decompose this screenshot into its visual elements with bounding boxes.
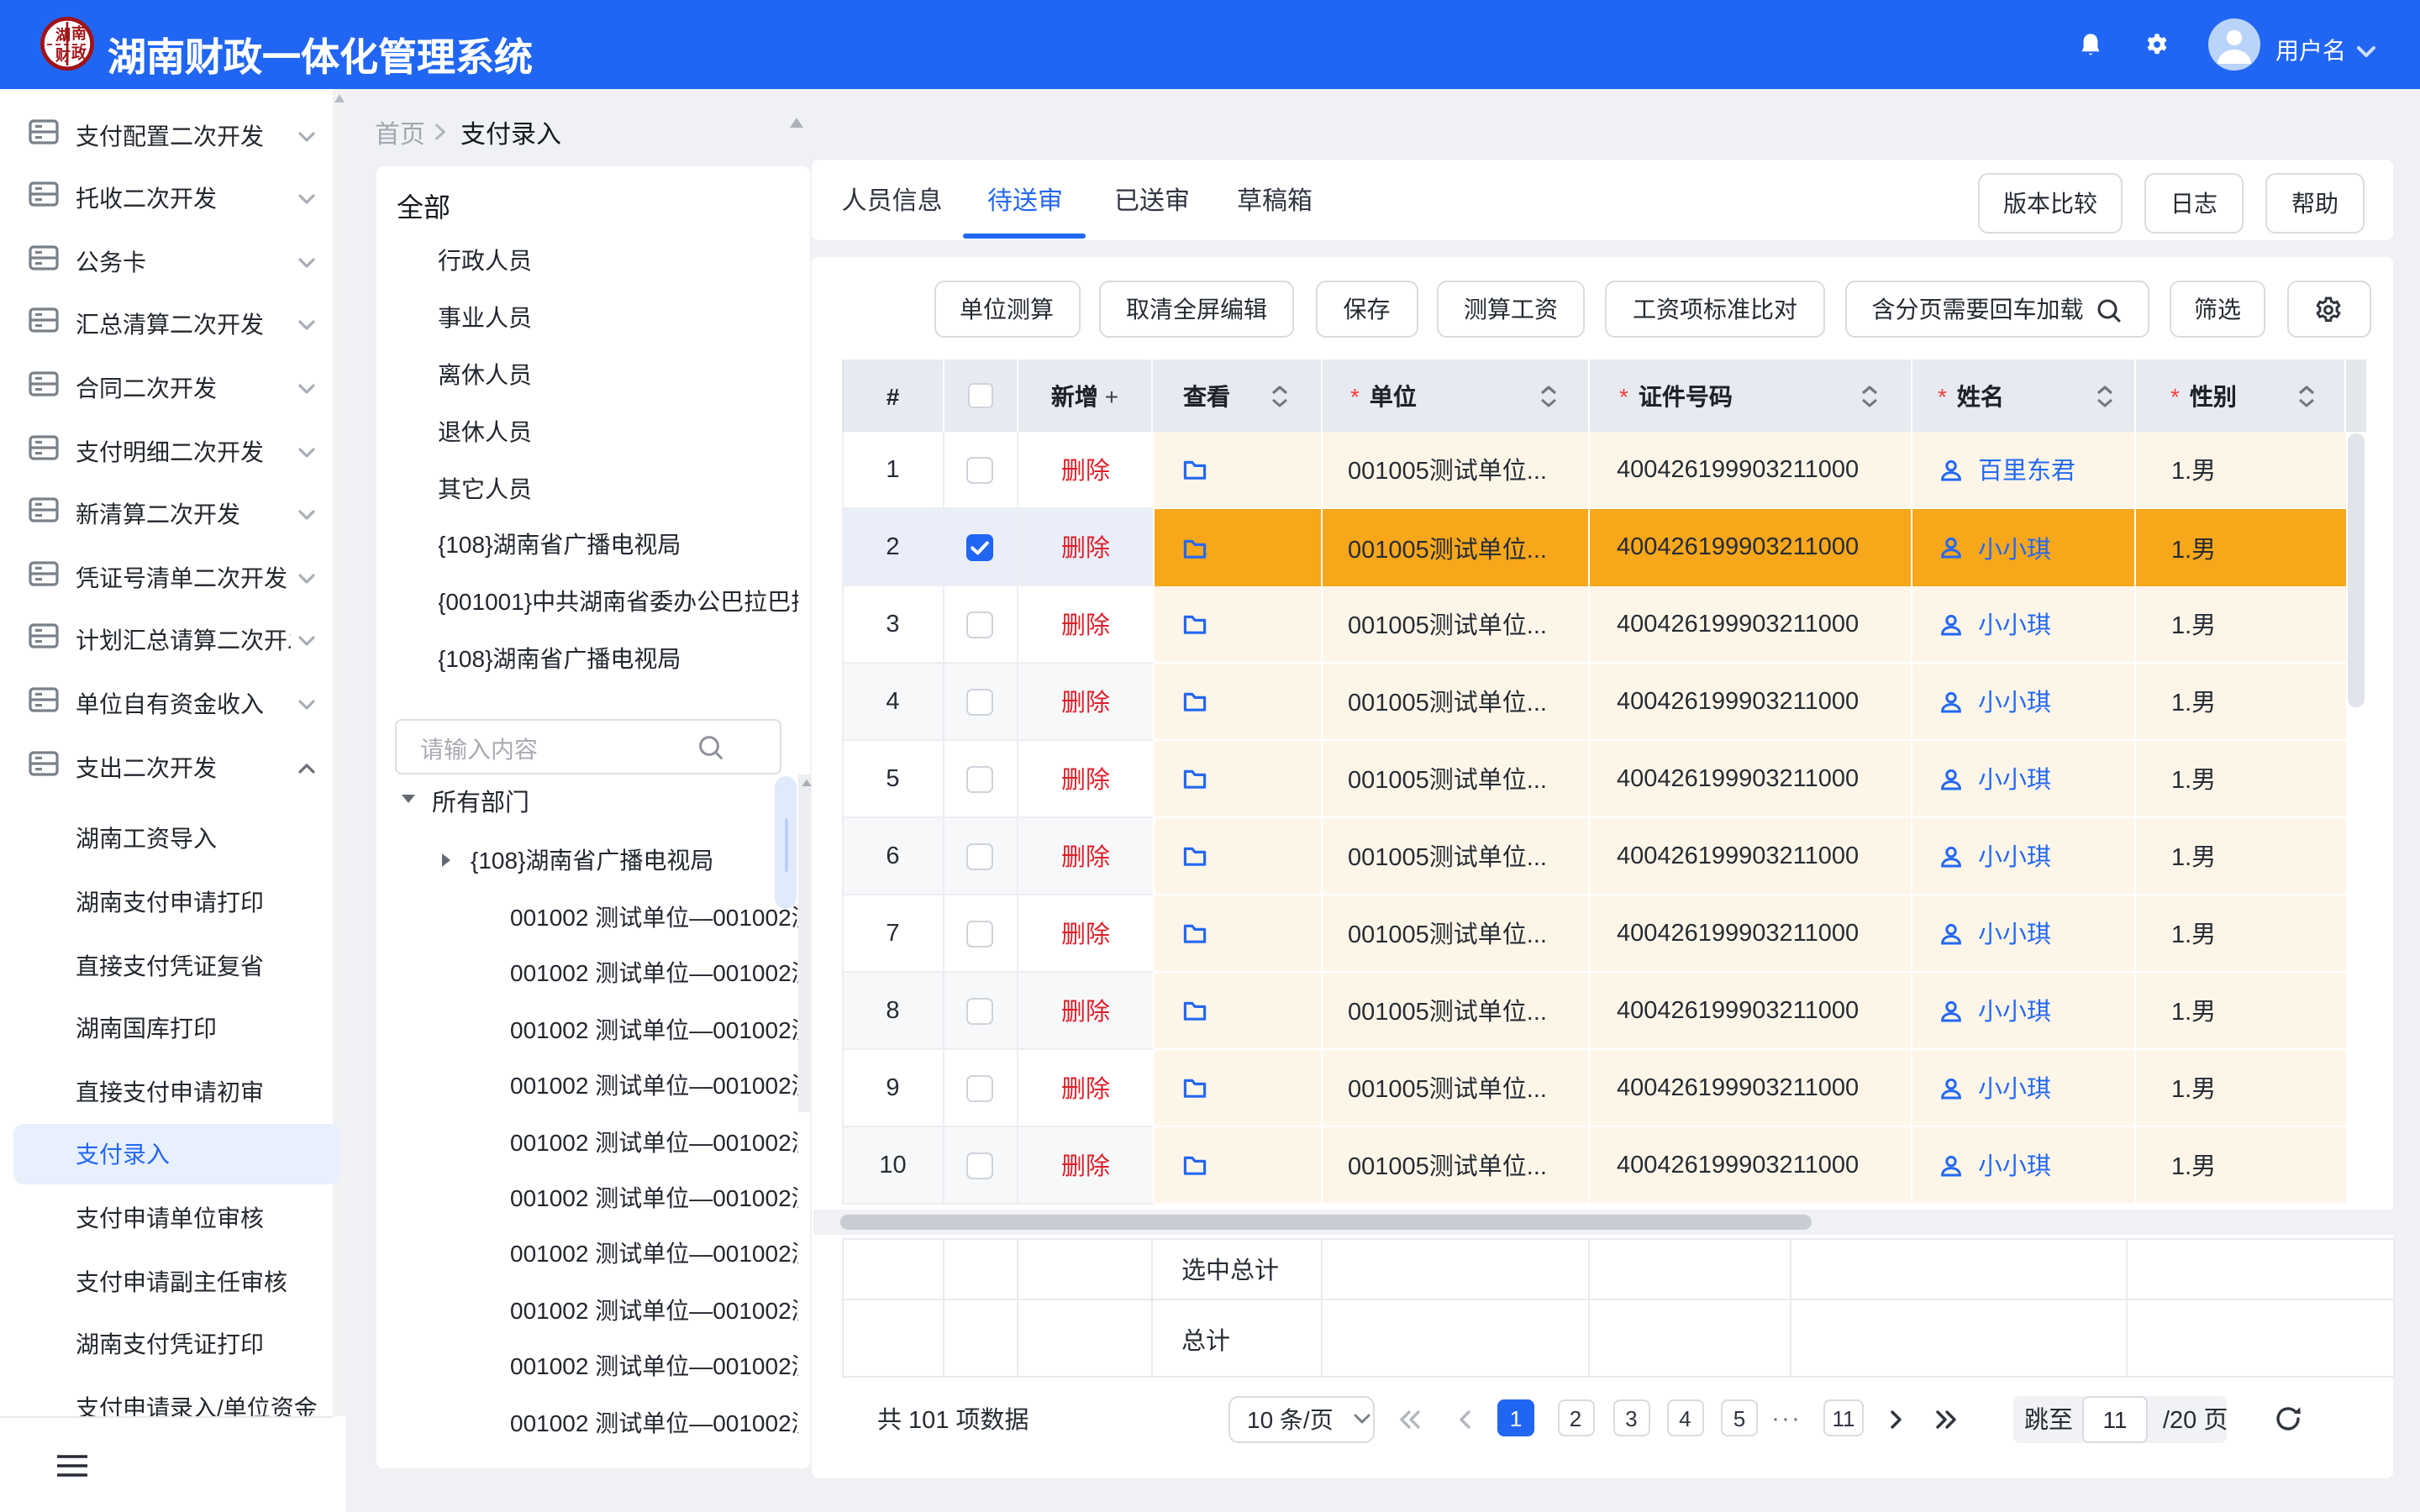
svg-text:政: 政 [71, 45, 87, 62]
svg-text:财: 财 [55, 46, 71, 64]
svg-text:南: 南 [71, 24, 87, 42]
svg-text:湖: 湖 [55, 27, 71, 44]
